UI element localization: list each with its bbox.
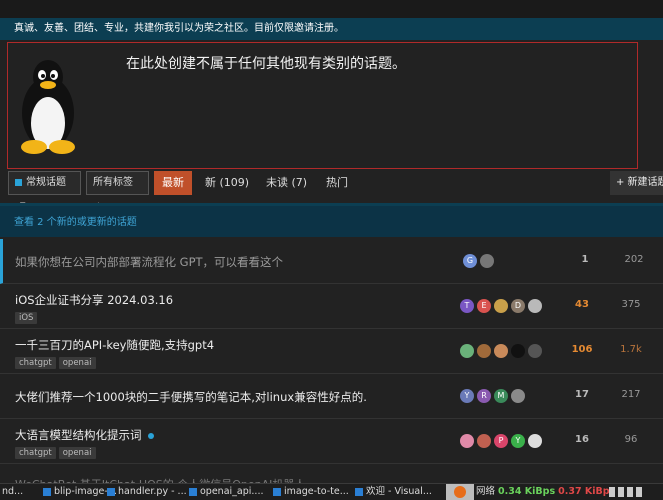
vscode-icon [107, 488, 115, 496]
reply-count: 106 [571, 344, 593, 355]
taskbar-item[interactable]: blip-image-... [40, 484, 117, 500]
table-row[interactable]: 大佬们推荐一个1000块的二手便携写的笔记本,对linux兼容性好点的. YRM… [0, 374, 663, 419]
unread-dot-icon [147, 432, 154, 439]
firefox-icon [454, 486, 466, 498]
avatar[interactable] [460, 344, 474, 358]
avatar[interactable] [460, 434, 474, 448]
tab-latest[interactable]: 最新 [154, 171, 192, 195]
avatar[interactable] [528, 299, 542, 313]
show-new-topics-link[interactable]: 查看 2 个新的或更新的话题 [0, 203, 663, 237]
taskbar-item[interactable]: image-to-te... [270, 484, 356, 500]
avatar[interactable] [494, 299, 508, 313]
avatar[interactable]: M [494, 389, 508, 403]
topic-list: 如果你想在公司内部部署流程化 GPT，可以看看这个 G 1 202 iOS企业证… [0, 239, 663, 464]
avatar[interactable]: Y [511, 434, 525, 448]
avatar[interactable] [528, 344, 542, 358]
tag-openai[interactable]: openai [58, 447, 96, 459]
topic-title[interactable]: 一千三百刀的API-key随便跑,支持gpt4 [15, 337, 214, 353]
tab-top[interactable]: 热门 [326, 171, 348, 195]
top-strip [0, 0, 663, 18]
tab-unread[interactable]: 未读 (7) [266, 171, 307, 195]
view-count: 96 [624, 434, 638, 445]
topic-tags: chatgpt openai [15, 445, 99, 459]
topic-title[interactable]: 大佬们推荐一个1000块的二手便携写的笔记本,对linux兼容性好点的. [15, 389, 367, 405]
category-dropdown[interactable]: 常规话题▼ [8, 171, 81, 209]
participant-avatars: PY [460, 434, 545, 449]
tab-new[interactable]: 新 (109) [205, 171, 249, 195]
tag-ios[interactable]: iOS [15, 312, 38, 324]
table-row[interactable]: 大语言模型结构化提示词 chatgpt openai PY 16 96 [0, 419, 663, 464]
avatar[interactable] [511, 344, 525, 358]
participant-avatars: G [463, 254, 497, 269]
reply-count: 43 [575, 299, 589, 310]
tags-dropdown[interactable]: 所有标签▶ [86, 171, 149, 209]
avatar[interactable] [494, 344, 508, 358]
network-monitor: 网络 0.34 KiBps 0.37 KiBps [476, 486, 616, 497]
participant-avatars: YRM [460, 389, 528, 404]
network-icon[interactable] [627, 487, 633, 497]
taskbar-item[interactable]: handler.py - ... [104, 484, 188, 500]
firefox-taskbar-button[interactable] [446, 484, 474, 500]
tag-chatgpt[interactable]: chatgpt [15, 357, 56, 369]
topic-tags: chatgpt openai [15, 355, 99, 369]
tux-penguin-icon [21, 60, 75, 154]
taskbar: nd... blip-image-... handler.py - ... op… [0, 483, 663, 500]
avatar[interactable] [528, 434, 542, 448]
app-icon [43, 488, 51, 496]
vscode-icon [355, 488, 363, 496]
upload-speed: 0.37 KiBps [558, 486, 616, 497]
table-row[interactable]: 一千三百刀的API-key随便跑,支持gpt4 chatgpt openai 10… [0, 329, 663, 374]
system-tray [609, 487, 645, 500]
tag-chatgpt[interactable]: chatgpt [15, 447, 56, 459]
avatar[interactable]: D [511, 299, 525, 313]
taskbar-item[interactable]: 欢迎 - Visual... [352, 484, 450, 500]
avatar[interactable]: R [477, 389, 491, 403]
avatar[interactable]: E [477, 299, 491, 313]
view-count: 217 [621, 389, 641, 400]
topic-title[interactable]: 大语言模型结构化提示词 [15, 427, 154, 443]
download-speed: 0.34 KiBps [498, 486, 556, 497]
vscode-icon [189, 488, 197, 496]
topic-title[interactable]: iOS企业证书分享 2024.03.16 [15, 292, 173, 308]
table-row[interactable]: 如果你想在公司内部部署流程化 GPT，可以看看这个 G 1 202 [0, 239, 663, 284]
avatar[interactable] [477, 434, 491, 448]
topic-tags: iOS [15, 310, 40, 324]
site-banner: 真诚、友善、团结、专业，共建你我引以为荣之社区。目前仅限邀请注册。 [0, 18, 663, 40]
avatar[interactable] [511, 389, 525, 403]
tag-openai[interactable]: openai [58, 357, 96, 369]
battery-icon[interactable] [609, 487, 615, 497]
avatar[interactable]: T [460, 299, 474, 313]
topic-navigation: 常规话题▼ 所有标签▶ 最新 新 (109) 未读 (7) 热门 + 新建话题 [0, 171, 663, 209]
category-welcome-box: 在此处创建不属于任何其他现有类别的话题。 [7, 42, 638, 169]
vscode-icon [273, 488, 281, 496]
reply-count: 16 [575, 434, 589, 445]
avatar[interactable] [477, 344, 491, 358]
participant-avatars: TE D [460, 299, 545, 314]
avatar[interactable]: Y [460, 389, 474, 403]
category-color-icon [15, 178, 22, 186]
settings-icon[interactable] [618, 487, 624, 497]
view-count: 202 [624, 254, 644, 265]
new-topic-button[interactable]: + 新建话题 [610, 171, 663, 195]
view-count: 375 [621, 299, 641, 310]
view-count: 1.7k [620, 344, 642, 355]
participant-avatars [460, 344, 545, 359]
reply-count: 1 [581, 254, 589, 265]
reply-count: 17 [575, 389, 589, 400]
topic-title[interactable]: 如果你想在公司内部部署流程化 GPT，可以看看这个 [15, 254, 283, 270]
avatar[interactable]: P [494, 434, 508, 448]
volume-icon[interactable] [636, 487, 642, 497]
taskbar-item[interactable]: openai_api.... [186, 484, 272, 500]
category-description: 在此处创建不属于任何其他现有类别的话题。 [126, 56, 406, 72]
avatar[interactable] [480, 254, 494, 268]
avatar[interactable]: G [463, 254, 477, 268]
table-row[interactable]: iOS企业证书分享 2024.03.16 iOS TE D 43 375 [0, 284, 663, 329]
taskbar-item[interactable]: nd... [0, 484, 40, 500]
